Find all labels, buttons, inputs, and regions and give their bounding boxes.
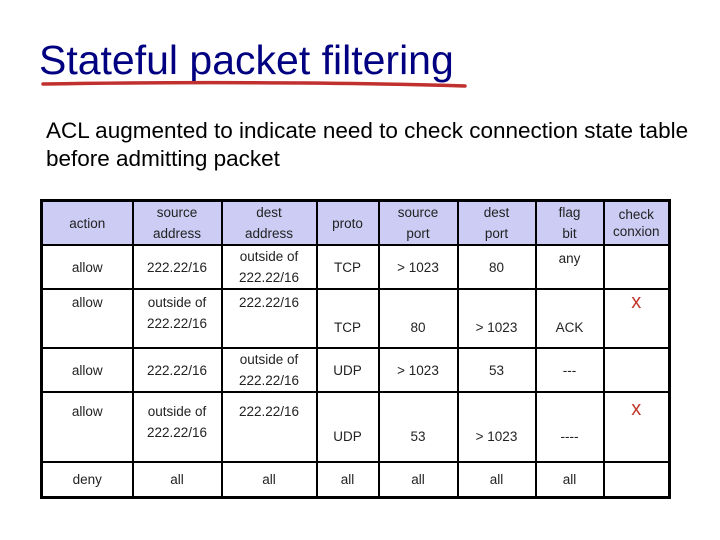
header-text: proto [332, 215, 363, 231]
cell-source-port: 80 [377, 288, 459, 349]
cell-dest-port: > 1023 [456, 288, 537, 349]
cell-text: 222.22/16 [146, 259, 208, 275]
cell-action: deny [40, 461, 134, 498]
cell-proto: UDP [315, 347, 380, 393]
title-underline [41, 80, 467, 88]
header-text: source [397, 205, 439, 220]
acl-table: action source address dest address proto s… [40, 199, 671, 499]
table-row: allow outside of 222.22/16 222.22/16 UDP … [40, 391, 671, 463]
check-x-mark: x [631, 291, 642, 313]
header-text: bit [562, 226, 577, 241]
cell-check-conxion [602, 461, 671, 498]
header-check-conxion: check conxion [602, 199, 671, 246]
cell-source-address: outside of 222.22/16 [131, 391, 223, 463]
cell-text: outside of [147, 295, 207, 310]
slide-subtitle: ACL augmented to indicate need to check … [46, 118, 689, 171]
cell-dest-address: outside of 222.22/16 [220, 347, 318, 393]
cell-dest-port: 80 [456, 244, 537, 290]
cell-text: 222.22/16 [146, 425, 208, 440]
table-row: allow 222.22/16 outside of 222.22/16 TCP … [40, 244, 671, 290]
table-row: deny all all all all all all [40, 461, 671, 498]
header-dest-port: dest port [456, 199, 537, 246]
header-source-port: source port [377, 199, 459, 246]
cell-proto: UDP [315, 391, 380, 463]
cell-source-address: 222.22/16 [131, 347, 223, 393]
cell-source-address: all [131, 461, 223, 498]
header-text: dest [483, 205, 510, 220]
header-proto: proto [315, 199, 380, 246]
header-text: dest [256, 205, 282, 220]
header-text: flag [558, 205, 581, 220]
cell-text: 222.22/16 [238, 295, 300, 310]
cell-source-address: outside of 222.22/16 [131, 288, 223, 349]
cell-dest-port: > 1023 [456, 391, 537, 463]
header-source-address: source address [131, 199, 223, 246]
cell-check-conxion [602, 244, 671, 290]
cell-dest-address: 222.22/16 [220, 288, 318, 349]
cell-dest-port: 53 [456, 347, 537, 393]
cell-check-conxion [602, 347, 671, 393]
header-dest-address: dest address [220, 199, 318, 246]
cell-proto: TCP [315, 288, 380, 349]
cell-text: outside of [239, 249, 299, 264]
cell-action: allow [40, 391, 134, 463]
table-row: allow 222.22/16 outside of 222.22/16 UDP … [40, 347, 671, 393]
cell-flag-bit: ---- [534, 391, 605, 463]
slide-title: Stateful packet filtering [39, 37, 454, 83]
cell-text: 222.22/16 [238, 270, 300, 285]
cell-check-conxion: x [602, 288, 671, 349]
cell-text: 222.22/16 [146, 362, 208, 378]
cell-text: 222.22/16 [146, 316, 208, 331]
cell-text: 222.22/16 [238, 404, 300, 419]
cell-action: allow [40, 347, 134, 393]
header-text: port [406, 226, 430, 241]
cell-source-port: > 1023 [377, 244, 459, 290]
cell-action: allow [40, 244, 134, 290]
cell-text: outside of [147, 404, 207, 419]
cell-dest-address: all [220, 461, 318, 498]
cell-flag-bit: all [534, 461, 605, 498]
cell-check-conxion: x [602, 391, 671, 463]
header-text: source [156, 205, 198, 220]
cell-text: 222.22/16 [238, 373, 300, 388]
cell-dest-address: outside of 222.22/16 [220, 244, 318, 290]
table-row: allow outside of 222.22/16 222.22/16 TCP … [40, 288, 671, 349]
cell-proto: all [315, 461, 380, 498]
header-row: action source address dest address proto s… [40, 199, 671, 246]
cell-flag-bit: ACK [534, 288, 605, 349]
header-text: conxion [612, 224, 660, 239]
cell-source-port: > 1023 [377, 347, 459, 393]
cell-flag-bit: --- [534, 347, 605, 393]
cell-action: allow [40, 288, 134, 349]
cell-source-port: all [377, 461, 459, 498]
header-text: port [484, 226, 509, 241]
header-action: action [40, 199, 134, 246]
cell-dest-address: 222.22/16 [220, 391, 318, 463]
header-flag-bit: flag bit [534, 199, 605, 246]
cell-text: outside of [239, 352, 299, 367]
cell-proto: TCP [315, 244, 380, 290]
cell-source-address: 222.22/16 [131, 244, 223, 290]
header-text: address [244, 226, 294, 241]
header-text: action [69, 215, 106, 231]
cell-source-port: 53 [377, 391, 459, 463]
cell-dest-port: all [456, 461, 537, 498]
header-text: address [152, 226, 202, 241]
check-x-mark: x [631, 398, 642, 420]
header-text: check [618, 207, 654, 222]
cell-flag-bit: any [534, 244, 605, 290]
